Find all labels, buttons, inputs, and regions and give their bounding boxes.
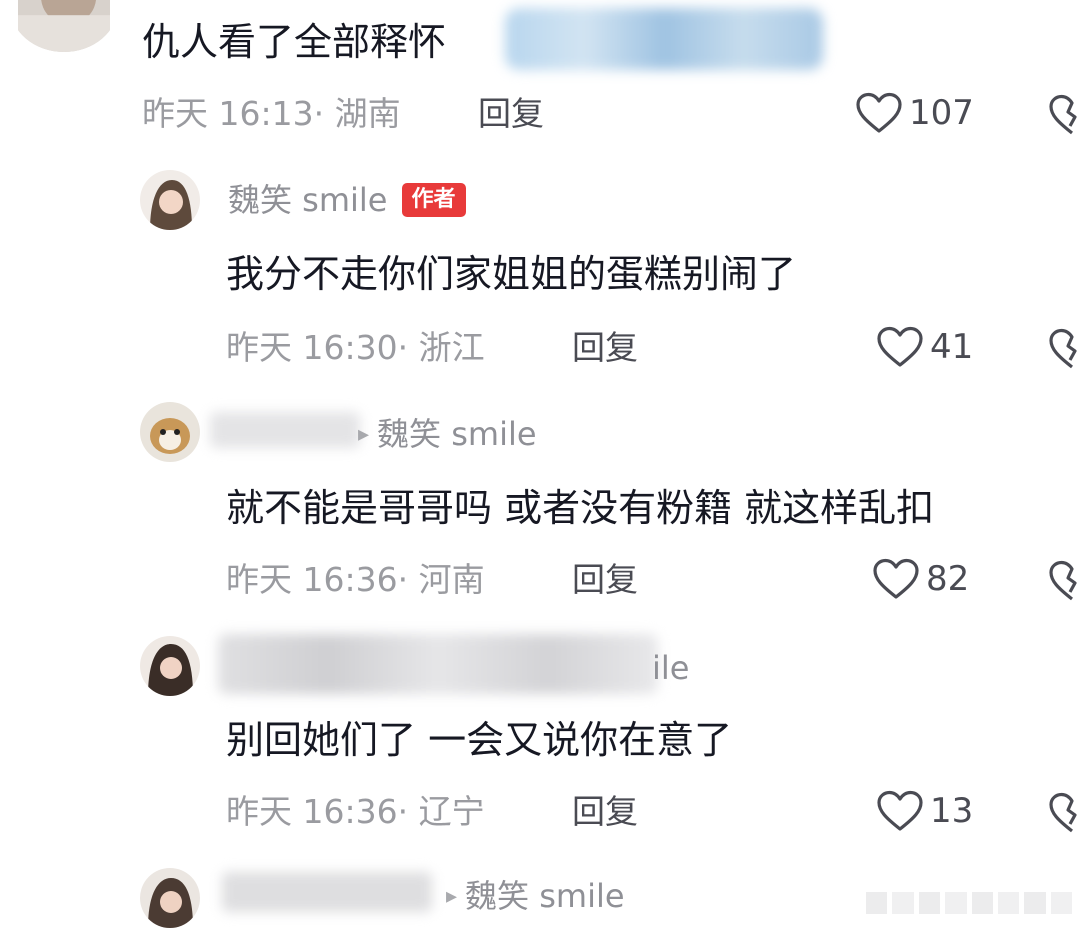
reply-to-username[interactable]: 魏笑 smile [377, 414, 537, 454]
sticker-image [505, 8, 823, 70]
reply-target: ▸ 魏笑 smile [446, 876, 625, 916]
avatar[interactable] [140, 636, 200, 696]
broken-heart-icon[interactable] [1048, 328, 1080, 370]
reply-button[interactable]: 回复 [572, 328, 638, 368]
reply-target: ▸ 魏笑 smile [358, 414, 537, 454]
username-redacted [210, 412, 360, 448]
timestamp: 昨天 16:13 [142, 94, 314, 133]
location: · 浙江 [397, 328, 485, 367]
like-count: 82 [926, 559, 970, 599]
reply-button[interactable]: 回复 [572, 560, 638, 600]
like-button[interactable]: 82 [872, 558, 969, 600]
location: · 辽宁 [397, 792, 485, 831]
comment-time: 昨天 16:30· 浙江 [226, 328, 485, 368]
comment-text: 就不能是哥哥吗 或者没有粉籍 就这样乱扣 [226, 486, 935, 530]
comment-header: 魏笑 smile 作者 [228, 180, 466, 220]
username[interactable]: 魏笑 smile [228, 180, 388, 220]
reply-to-username[interactable]: 魏笑 smile [465, 876, 625, 916]
like-button[interactable]: 41 [876, 326, 973, 368]
author-badge: 作者 [401, 183, 466, 217]
broken-heart-icon[interactable] [1048, 792, 1080, 834]
reply-arrow-icon: ▸ [358, 421, 370, 447]
reply-button[interactable]: 回复 [572, 792, 638, 832]
heart-outline-icon [855, 92, 903, 134]
comment-text: 我分不走你们家姐姐的蛋糕别闹了 [226, 252, 797, 296]
comment-text: 别回她们了 一会又说你在意了 [226, 718, 733, 762]
like-count: 107 [909, 93, 974, 133]
avatar[interactable] [140, 170, 200, 230]
like-button[interactable]: 13 [876, 790, 973, 832]
avatar[interactable] [140, 402, 200, 462]
location: · 河南 [397, 560, 485, 599]
comment-time: 昨天 16:36· 河南 [226, 560, 485, 600]
location: · 湖南 [313, 94, 401, 133]
like-count: 13 [930, 791, 974, 831]
broken-heart-icon[interactable] [1048, 560, 1080, 602]
reply-arrow-icon: ▸ [446, 883, 458, 909]
heart-outline-icon [876, 790, 924, 832]
like-count: 41 [930, 327, 974, 367]
avatar[interactable] [140, 868, 200, 928]
timestamp: 昨天 16:36 [226, 560, 398, 599]
avatar[interactable] [10, 0, 118, 52]
reply-button[interactable]: 回复 [478, 94, 544, 134]
timestamp: 昨天 16:36 [226, 792, 398, 831]
like-button[interactable]: 107 [855, 92, 974, 134]
broken-heart-icon[interactable] [1048, 94, 1080, 136]
comment-time: 昨天 16:36· 辽宁 [226, 792, 485, 832]
username-redacted [218, 634, 658, 694]
comment-text: 仇人看了全部释怀 [142, 20, 447, 64]
scroll-indicator [866, 892, 1072, 914]
username-partial[interactable]: ile [652, 648, 689, 688]
heart-outline-icon [872, 558, 920, 600]
timestamp: 昨天 16:30 [226, 328, 398, 367]
comment-time: 昨天 16:13· 湖南 [142, 94, 401, 134]
heart-outline-icon [876, 326, 924, 368]
username-redacted [222, 872, 432, 912]
